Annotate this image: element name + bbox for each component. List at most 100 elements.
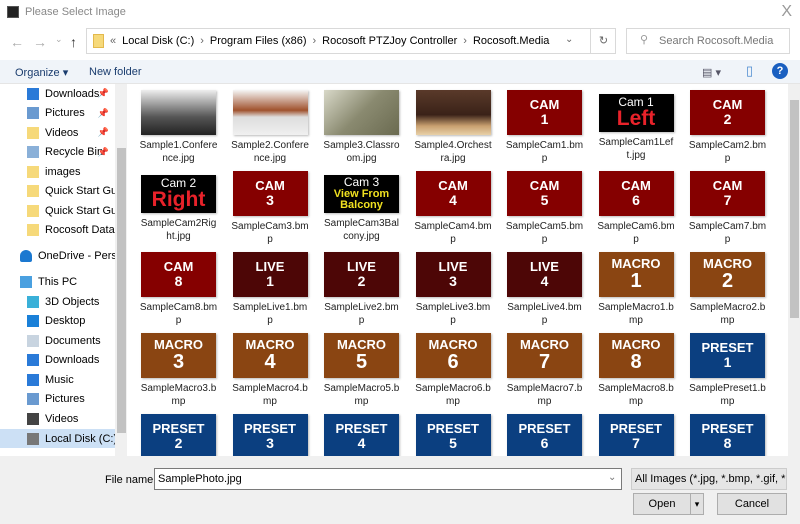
file-item[interactable]: PRESET 3 (225, 408, 316, 456)
file-thumbnail: MACRO 1 (598, 252, 674, 297)
file-thumbnail: MACRO 7 (507, 333, 582, 378)
new-folder-button[interactable]: New folder (89, 66, 142, 78)
file-item[interactable]: PRESET 4 (316, 408, 407, 456)
file-item[interactable]: CAM 6 SampleCam6.bmp (591, 165, 682, 246)
file-item[interactable]: CAM 3 SampleCam3.bmp (225, 165, 316, 246)
sidebar-item[interactable]: Downloads (0, 351, 115, 370)
sidebar-item[interactable]: images (0, 162, 115, 181)
thumbnail-line1: MACRO (702, 256, 753, 272)
file-item[interactable]: CAM 2 SampleCam2.bmp (682, 84, 773, 165)
sidebar-item[interactable]: Videos (0, 409, 115, 428)
up-button[interactable]: ↑ (70, 34, 77, 50)
file-item[interactable]: MACRO 3 SampleMacro3.bmp (133, 327, 224, 408)
search-input[interactable]: Search Rocosoft.Media (626, 28, 790, 54)
file-item[interactable]: MACRO 7 SampleMacro7.bmp (499, 327, 590, 408)
refresh-button[interactable]: ↻ (590, 28, 616, 54)
file-type-select[interactable]: All Images (*.jpg, *.bmp, *.gif, * (631, 468, 787, 490)
file-item[interactable]: LIVE 4 SampleLive4.bmp (499, 246, 590, 327)
sidebar-item[interactable]: This PC (0, 272, 115, 291)
thumbnail-line1: CAM (712, 178, 743, 194)
file-item[interactable]: CAM 8 SampleCam8.bmp (133, 246, 224, 327)
file-item[interactable]: Cam 2 Right SampleCam2Right.jpg (133, 165, 224, 243)
file-item[interactable]: Cam 1 Left SampleCam1Left.jpg (591, 84, 682, 162)
sidebar-item-label: images (45, 165, 81, 178)
thumbnail-line1: PRESET (426, 421, 479, 437)
file-item[interactable]: CAM 1 SampleCam1.bmp (499, 84, 590, 165)
change-view-button[interactable]: ▤ ▾ (702, 66, 721, 79)
file-thumbnail: CAM 6 (598, 171, 674, 216)
file-item[interactable]: MACRO 8 SampleMacro8.bmp (591, 327, 682, 408)
thumbnail-line1: CAM (163, 259, 194, 275)
address-dropdown-icon[interactable]: ⌄ (565, 34, 573, 45)
sidebar-item[interactable]: Local Disk (C:) (0, 429, 115, 448)
file-item[interactable]: CAM 5 SampleCam5.bmp (499, 165, 590, 246)
file-item[interactable]: MACRO 5 SampleMacro5.bmp (316, 327, 407, 408)
sidebar-item-label: Pictures (45, 393, 85, 405)
sidebar-item[interactable]: OneDrive - Persor (0, 246, 115, 265)
sidebar-item[interactable]: Pictures 📌 (0, 104, 115, 123)
file-item[interactable]: PRESET 2 (133, 408, 224, 456)
open-split-dropdown[interactable]: ▾ (690, 493, 704, 515)
close-button[interactable]: X (781, 3, 792, 21)
sidebar-item[interactable]: Documents (0, 331, 115, 350)
file-thumbnail: PRESET 1 (690, 333, 765, 378)
file-item[interactable]: CAM 4 SampleCam4.bmp (408, 165, 499, 246)
file-name: SampleLive1.bmp (232, 302, 308, 326)
thumbnail-line2: 4 (540, 272, 549, 289)
sidebar-item[interactable]: 3D Objects (0, 292, 115, 311)
back-button[interactable]: ← (10, 34, 24, 50)
navigation-scrollbar-thumb[interactable] (117, 148, 126, 433)
file-item[interactable]: MACRO 4 SampleMacro4.bmp (225, 327, 316, 408)
sidebar-item[interactable]: Music (0, 370, 115, 389)
breadcrumb-program-files[interactable]: Program Files (x86) (210, 35, 307, 47)
breadcrumb-rocosoft-ptzjoy[interactable]: Rocosoft PTZJoy Controller (322, 35, 457, 47)
file-item[interactable]: LIVE 1 SampleLive1.bmp (225, 246, 316, 327)
file-item[interactable]: LIVE 3 SampleLive3.bmp (408, 246, 499, 327)
file-list-scrollbar-thumb[interactable] (790, 100, 799, 318)
file-item[interactable]: CAM 7 SampleCam7.bmp (682, 165, 773, 246)
recent-locations-button[interactable]: ⌄ (55, 34, 63, 45)
file-item[interactable]: Cam 3 View From Balcony SampleCam3Balcony.… (316, 165, 407, 243)
file-item[interactable]: MACRO 2 SampleMacro2.bmp (682, 246, 773, 327)
sidebar-item[interactable]: Recycle Bin 📌 (0, 143, 115, 162)
address-bar[interactable]: « Local Disk (C:) › Program Files (x86) › … (86, 28, 616, 54)
sidebar-item[interactable]: Quick Start Guid (0, 182, 115, 201)
overflow-chevron[interactable]: « (110, 35, 116, 47)
file-item[interactable]: PRESET 1 SamplePreset1.bmp (682, 327, 773, 408)
desktop-icon (27, 315, 39, 327)
help-button[interactable]: ? (772, 63, 788, 79)
file-name-dropdown-icon[interactable]: ⌄ (608, 472, 616, 483)
file-name: SampleCam2Right.jpg (140, 218, 217, 242)
file-item[interactable]: PRESET 5 (408, 408, 499, 456)
preview-pane-button[interactable]: ▯ (746, 63, 753, 79)
file-item[interactable]: LIVE 2 SampleLive2.bmp (316, 246, 407, 327)
file-item[interactable]: Sample2.Conference.jpg (225, 84, 316, 165)
file-item[interactable]: Sample3.Classroom.jpg (316, 84, 407, 165)
file-item[interactable]: PRESET 7 (591, 408, 682, 456)
file-item[interactable]: Sample4.Orchestra.jpg (408, 84, 499, 165)
thumbnail-line2: 5 (355, 350, 368, 373)
thumbnail-line1: CAM (712, 97, 743, 113)
sidebar-item[interactable]: Rocosoft Databa (0, 221, 115, 240)
sidebar-item-label: Local Disk (C:) (45, 432, 115, 445)
file-thumbnail (415, 90, 491, 135)
sidebar-item[interactable]: Pictures (0, 390, 115, 409)
file-item[interactable]: PRESET 6 (499, 408, 590, 456)
file-item[interactable]: PRESET 8 (682, 408, 773, 456)
sidebar-item[interactable]: Videos 📌 (0, 123, 115, 142)
cancel-button[interactable]: Cancel (717, 493, 787, 515)
open-button[interactable]: Open (633, 493, 691, 515)
file-thumbnail: CAM 5 (507, 171, 582, 216)
forward-button[interactable]: → (33, 34, 47, 50)
sidebar-item[interactable]: Desktop (0, 312, 115, 331)
organize-button[interactable]: Organize ▾ (15, 66, 68, 79)
file-item[interactable]: MACRO 6 SampleMacro6.bmp (408, 327, 499, 408)
file-item[interactable]: Sample1.Conference.jpg (133, 84, 224, 165)
file-name-input[interactable]: SamplePhoto.jpg (154, 468, 622, 490)
sidebar-item[interactable]: Downloads 📌 (0, 84, 115, 103)
thumbnail-line2: 7 (723, 191, 732, 208)
breadcrumb-rocosoft-media[interactable]: Rocosoft.Media (473, 35, 549, 47)
sidebar-item[interactable]: Quick Start Guid (0, 201, 115, 220)
breadcrumb-local-disk[interactable]: Local Disk (C:) (122, 35, 194, 47)
file-item[interactable]: MACRO 1 SampleMacro1.bmp (591, 246, 682, 327)
